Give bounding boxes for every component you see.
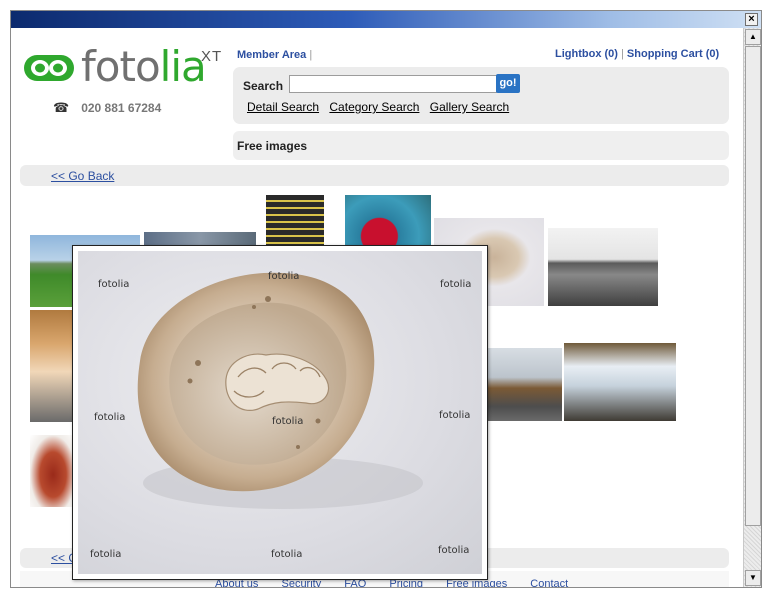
separator: | xyxy=(621,48,624,60)
watermark: fotolia xyxy=(439,410,471,421)
fotolia-logo[interactable]: fotolia XT xyxy=(23,42,233,91)
member-area-link[interactable]: Member Area xyxy=(237,49,306,61)
scrollbar-thumb[interactable] xyxy=(745,46,761,526)
watermark: fotolia xyxy=(271,549,303,560)
title-bar: × xyxy=(11,11,761,28)
logo-superscript: XT xyxy=(201,48,223,65)
footer-contact-link[interactable]: Contact xyxy=(530,578,568,587)
detail-search-link[interactable]: Detail Search xyxy=(247,100,319,114)
phone-contact: ☎ 020 881 67284 xyxy=(53,100,161,116)
search-links: Detail Search Category Search Gallery Se… xyxy=(247,100,516,114)
browser-popup-window: × fotolia XT ☎ 020 881 67284 Member Area … xyxy=(10,10,762,588)
thumbnail-meat[interactable] xyxy=(30,435,72,507)
telephone-icon: ☎ xyxy=(53,100,70,115)
separator: | xyxy=(309,49,313,61)
page-content: fotolia XT ☎ 020 881 67284 Member Area | … xyxy=(11,28,743,587)
phone-number: 020 881 67284 xyxy=(81,101,162,115)
watermark: fotolia xyxy=(268,271,300,282)
shopping-cart-link[interactable]: Shopping Cart (0) xyxy=(627,48,719,60)
section-title: Free images xyxy=(237,139,308,153)
go-back-link[interactable]: << Go Back xyxy=(51,169,114,183)
section-title-bar: Free images xyxy=(233,131,729,160)
category-search-link[interactable]: Category Search xyxy=(329,100,419,114)
fotolia-logo-mark-icon xyxy=(24,55,74,81)
preview-image: fotolia fotolia fotolia fotolia fotolia … xyxy=(78,251,482,574)
scroll-up-icon[interactable]: ▲ xyxy=(745,29,761,45)
scroll-down-icon[interactable]: ▼ xyxy=(745,570,761,586)
watermark: fotolia xyxy=(90,549,122,560)
thumbnail-harbor[interactable] xyxy=(548,228,658,306)
lightbox-link[interactable]: Lightbox (0) xyxy=(555,48,618,60)
image-preview-popup[interactable]: fotolia fotolia fotolia fotolia fotolia … xyxy=(72,245,488,580)
watermark: fotolia xyxy=(94,412,126,423)
close-icon[interactable]: × xyxy=(745,13,758,26)
search-input[interactable] xyxy=(289,75,497,93)
search-label: Search xyxy=(243,79,284,93)
watermark: fotolia xyxy=(438,545,470,556)
vertical-scrollbar[interactable]: ▲ ▼ xyxy=(743,28,761,587)
thumbnail-worker[interactable] xyxy=(488,348,562,421)
watermark: fotolia xyxy=(440,279,472,290)
shell-fossil-image xyxy=(137,272,423,509)
go-button[interactable]: go! xyxy=(496,74,520,93)
search-panel: Search go! Detail Search Category Search… xyxy=(233,67,729,124)
member-area-nav: Member Area | xyxy=(237,49,312,61)
cart-nav: Lightbox (0) | Shopping Cart (0) xyxy=(555,48,719,60)
thumbnail-woman[interactable] xyxy=(30,310,72,422)
thumbnail-parrot[interactable] xyxy=(345,195,431,250)
go-back-bar: << Go Back xyxy=(20,165,729,186)
thumbnail-ice[interactable] xyxy=(564,343,676,421)
watermark: fotolia xyxy=(98,279,130,290)
gallery-search-link[interactable]: Gallery Search xyxy=(430,100,509,114)
watermark: fotolia xyxy=(272,416,304,427)
logo-wordmark: fotolia xyxy=(81,42,207,91)
